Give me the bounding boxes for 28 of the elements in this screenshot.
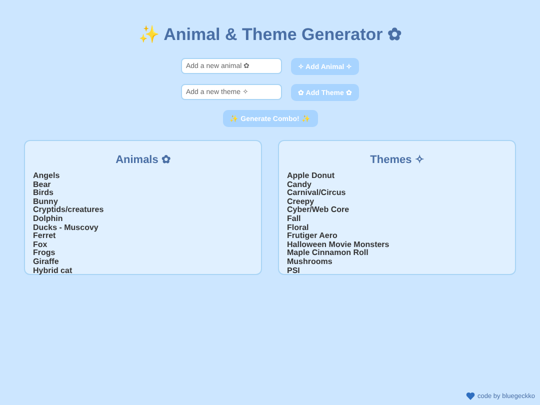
list-item: Ferret [33,232,56,241]
page-title: ✨ Animal & Theme Generator ✿ [138,24,402,46]
list-item: Maple Cinnamon Roll [287,249,368,258]
list-item: Cyber/Web Core [287,206,350,215]
list-item: Ducks - Muscovy [33,224,98,232]
panel-title: Themes ✧ [369,153,425,167]
list-item: Fall [287,214,301,224]
list-item: Frogs [33,249,56,258]
list-item: Fox [33,240,48,250]
list-item: Birds [33,189,54,198]
panel-title: Animals ✿ [114,153,172,167]
list-item: PSI [287,266,300,276]
list-item: Hybrid cat [33,266,72,276]
list-item: Dolphin [33,214,63,224]
list-item: Bear [33,180,51,189]
list-item: Candy [287,180,312,189]
list-item: Halloween Movie Monsters [287,240,390,249]
heart-icon [466,392,475,400]
list-item: Floral [287,224,309,232]
list-item: Angels [33,172,60,181]
list-item: Giraffe [33,258,59,267]
list-item: Apple Donut [287,172,335,181]
list-item: Frutiger Aero [287,232,338,241]
list-item: Mushrooms [287,258,332,267]
list-item: Cryptids/creatures [33,206,104,215]
list-item: Bunny [33,198,58,206]
list-item: Carnival/Circus [287,189,346,198]
list-item: Creepy [287,198,314,206]
